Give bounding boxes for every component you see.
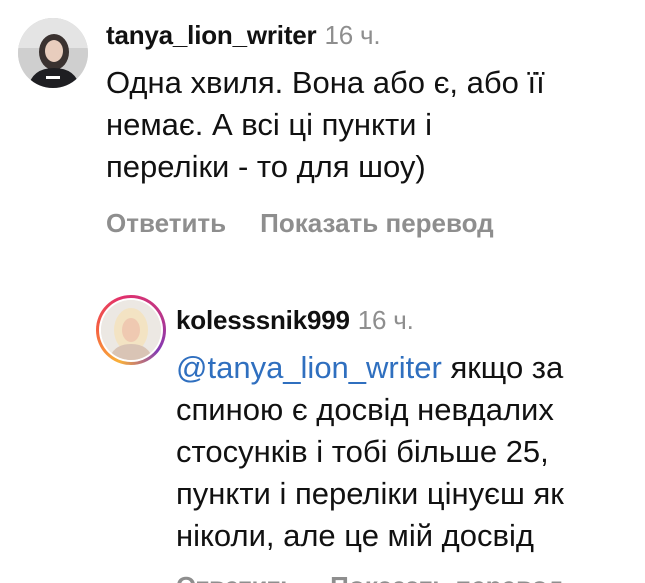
comment-body: Одна хвиля. Вона або є, або її немає. А … — [106, 62, 545, 188]
comment-line: ніколи, але це мій досвід — [176, 518, 534, 553]
comment-line: стосунків і тобі більше 25, — [176, 434, 549, 469]
show-translation-button[interactable]: Показать перевод — [330, 571, 564, 583]
comment-username[interactable]: tanya_lion_writer 16 ч. — [106, 20, 381, 51]
user-photo-icon — [18, 18, 88, 88]
comment-line: немає. А всі ці пункти і — [106, 107, 432, 142]
comment-actions: Ответить Показать перевод — [176, 571, 598, 583]
avatar-tanya-lion-writer[interactable] — [18, 18, 88, 88]
mention-link[interactable]: @tanya_lion_writer — [176, 350, 442, 385]
comment-line: спиною є досвід невдалих — [176, 392, 554, 427]
comment-line: Одна хвиля. Вона або є, або її — [106, 65, 545, 100]
username-text[interactable]: tanya_lion_writer — [106, 20, 317, 50]
show-translation-button[interactable]: Показать перевод — [260, 208, 494, 238]
story-ring[interactable] — [96, 295, 166, 365]
username-text[interactable]: kolesssnik999 — [176, 305, 350, 335]
comment-line: переліки - то для шоу) — [106, 149, 426, 184]
comment-actions: Ответить Показать перевод — [106, 208, 528, 239]
comment-line: пункти і переліки цінуєш як — [176, 476, 564, 511]
reply-button[interactable]: Ответить — [176, 571, 296, 583]
comment-time: 16 ч. — [357, 305, 414, 335]
comment-line: @tanya_lion_writer якщо за — [176, 347, 564, 389]
comment-time: 16 ч. — [324, 20, 381, 50]
user-photo-icon — [101, 300, 161, 360]
reply-body: @tanya_lion_writer якщо за спиною є досв… — [176, 347, 564, 557]
reply-button[interactable]: Ответить — [106, 208, 226, 238]
comment-text: якщо за — [441, 350, 564, 385]
comment-username[interactable]: kolesssnik999 16 ч. — [176, 305, 414, 336]
avatar-kolesssnik999[interactable] — [101, 300, 161, 360]
